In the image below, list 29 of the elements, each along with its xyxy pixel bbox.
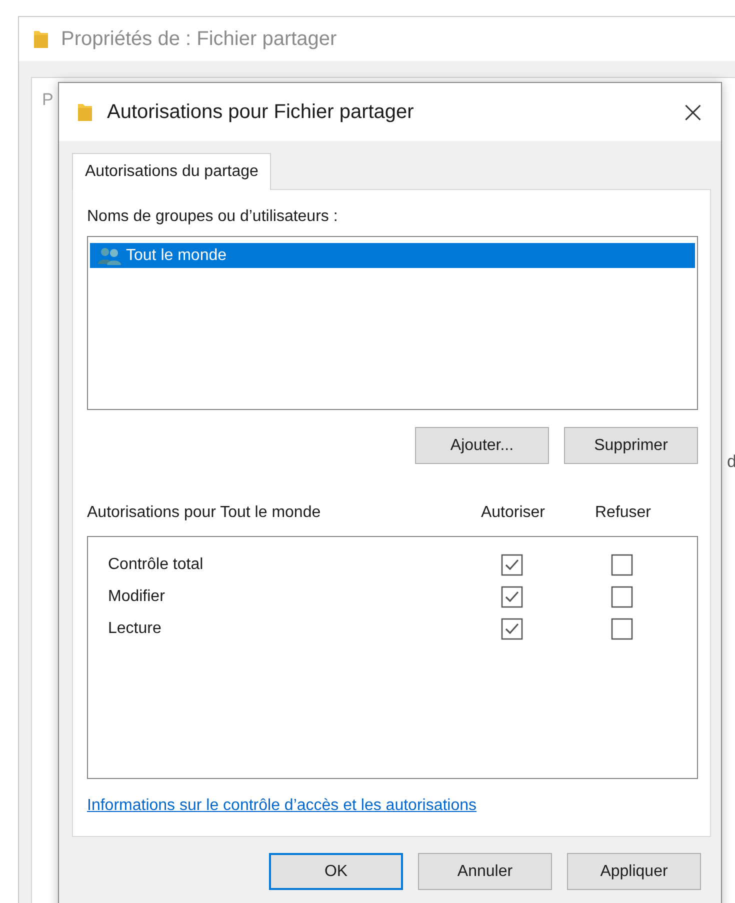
- permission-name: Lecture: [108, 620, 162, 638]
- window-title: Propriétés de : Fichier partager: [61, 28, 337, 50]
- close-button[interactable]: ×: [665, 87, 721, 137]
- checkbox[interactable]: [611, 586, 633, 608]
- help-link[interactable]: Informations sur le contrôle d’accès et les autorisations: [87, 797, 477, 815]
- column-header: Autoriser: [480, 504, 546, 522]
- checkbox[interactable]: [501, 618, 523, 640]
- dialog-button[interactable]: Appliquer: [567, 853, 701, 890]
- dialog-title: Autorisations pour Fichier partager: [107, 100, 415, 124]
- tab[interactable]: Autorisations du partage: [72, 153, 272, 190]
- column-header: Refuser: [594, 504, 652, 522]
- checkbox[interactable]: [611, 554, 633, 576]
- users-icon: [98, 246, 122, 264]
- checkbox[interactable]: [611, 618, 633, 640]
- add-button[interactable]: Ajouter...: [415, 427, 549, 464]
- dialog-button[interactable]: Annuler: [418, 853, 552, 890]
- checkbox[interactable]: [501, 554, 523, 576]
- folder-icon: [33, 29, 49, 49]
- folder-icon: [77, 102, 93, 122]
- groups-label: Noms de groupes ou d’utilisateurs :: [87, 208, 339, 226]
- list-item[interactable]: Tout le monde: [90, 243, 695, 268]
- tab-label: P: [41, 89, 54, 110]
- checkbox[interactable]: [501, 586, 523, 608]
- permission-name: Modifier: [108, 588, 166, 606]
- permission-name: Contrôle total: [108, 556, 204, 574]
- label: d: [727, 452, 735, 472]
- permissions-label: Autorisations pour Tout le monde: [87, 504, 322, 522]
- dialog-button[interactable]: OK: [269, 853, 403, 890]
- remove-button[interactable]: Supprimer: [564, 427, 698, 464]
